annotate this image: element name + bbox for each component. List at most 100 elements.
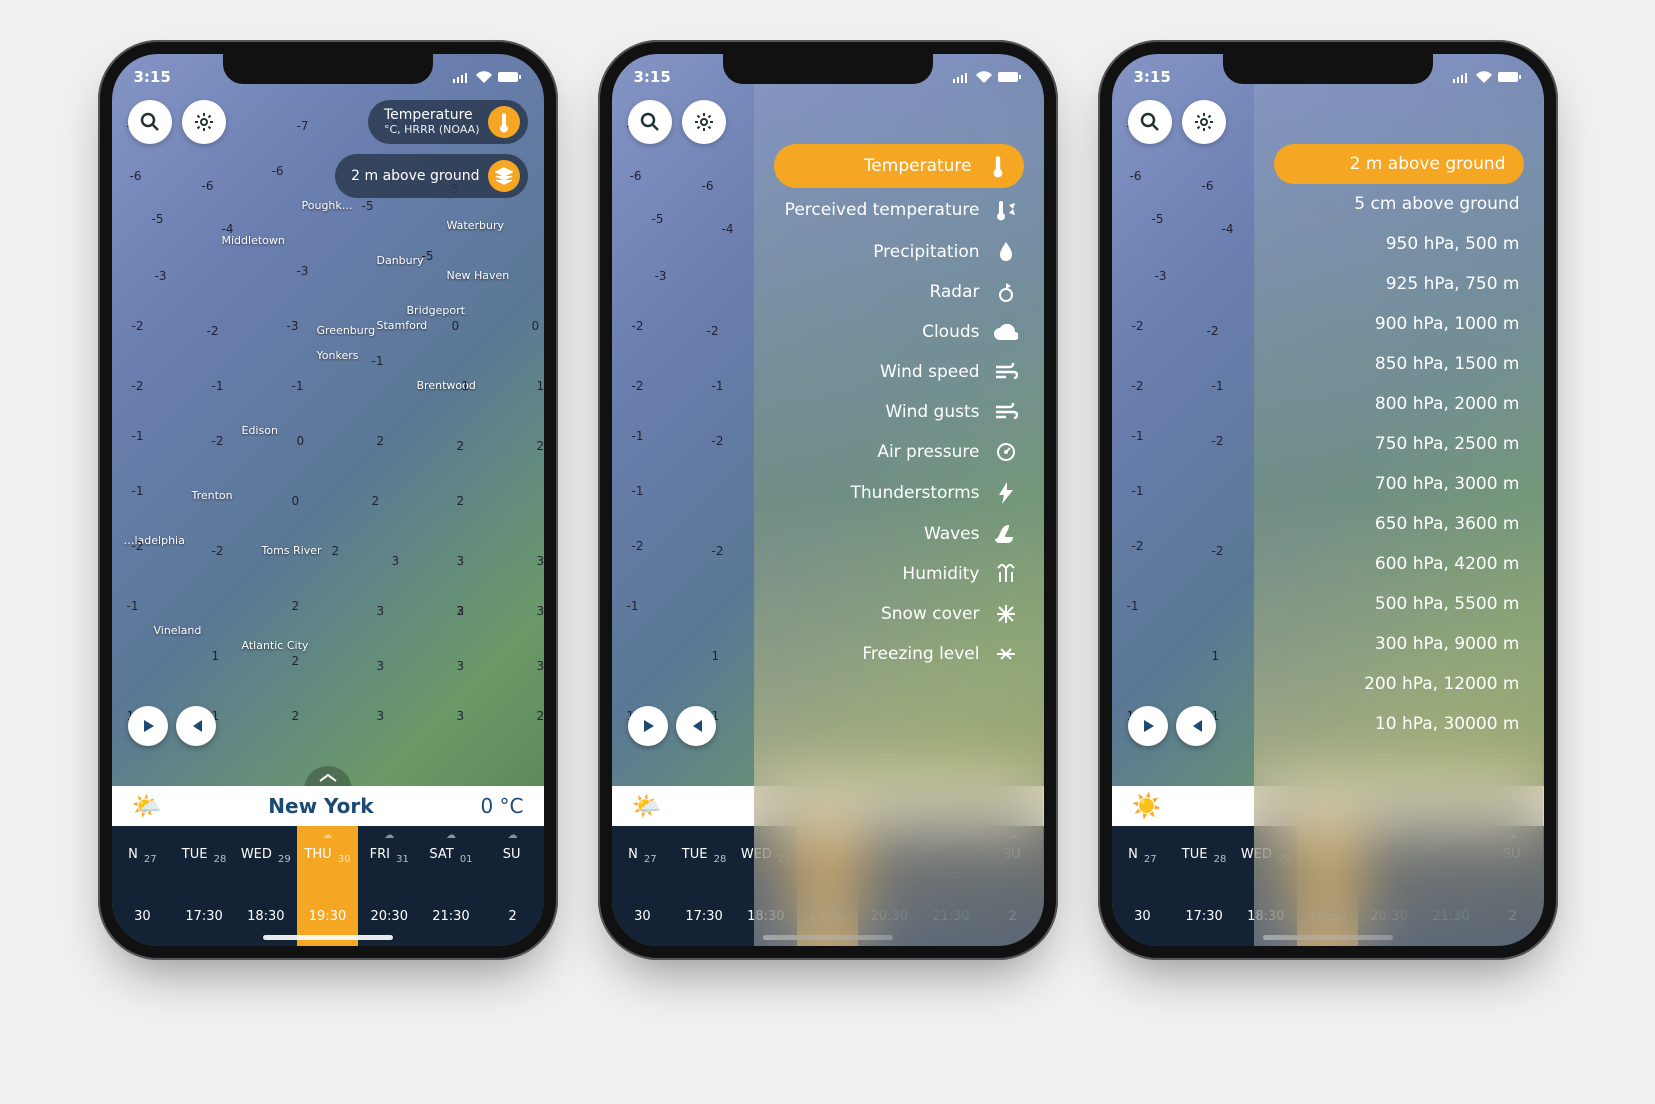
legend-layer-pill[interactable]: Temperature °C, HRRR (NOAA): [368, 100, 528, 144]
day-cell[interactable]: N 27: [112, 826, 174, 886]
status-icons: [452, 71, 522, 83]
settings-button[interactable]: [682, 100, 726, 144]
altitude-option[interactable]: 10 hPa, 30000 m: [1274, 704, 1523, 744]
altitude-option-label: 800 hPa, 2000 m: [1375, 394, 1520, 414]
layer-option[interactable]: Waves: [774, 514, 1023, 554]
layer-option[interactable]: Perceived temperature: [774, 188, 1023, 232]
hour-cell[interactable]: 30: [1112, 886, 1174, 946]
city-label: Middletown: [222, 234, 285, 247]
temp-value: -5: [362, 199, 374, 213]
temp-value: 2: [537, 709, 544, 723]
layer-option[interactable]: Wind gusts: [774, 392, 1023, 432]
search-button[interactable]: [128, 100, 172, 144]
altitude-option[interactable]: 600 hPa, 4200 m: [1274, 544, 1523, 584]
play-button[interactable]: [628, 706, 668, 746]
legend-title: Temperature: [384, 108, 480, 123]
altitude-option[interactable]: 500 hPa, 5500 m: [1274, 584, 1523, 624]
skip-back-icon: [188, 719, 204, 733]
layer-option[interactable]: Temperature: [774, 144, 1023, 188]
day-cell[interactable]: ☁THU 30: [297, 826, 359, 886]
altitude-option[interactable]: 900 hPa, 1000 m: [1274, 304, 1523, 344]
day-cell[interactable]: N 27: [1112, 826, 1174, 886]
city-label: Poughk…: [302, 199, 353, 212]
layer-option[interactable]: Radar: [774, 272, 1023, 312]
layer-option[interactable]: Humidity: [774, 554, 1023, 594]
hour-cell[interactable]: 21:30: [420, 886, 482, 946]
temp-value: -5: [152, 212, 164, 226]
day-cell[interactable]: TUE 28: [173, 826, 235, 886]
altitude-option[interactable]: 850 hPa, 1500 m: [1274, 344, 1523, 384]
legend-altitude-pill[interactable]: 2 m above ground: [335, 154, 527, 198]
layer-option-label: Precipitation: [873, 242, 979, 262]
search-button[interactable]: [1128, 100, 1172, 144]
altitude-option[interactable]: 950 hPa, 500 m: [1274, 224, 1523, 264]
hour-cell[interactable]: 17:30: [673, 886, 735, 946]
city-label: Trenton: [192, 489, 233, 502]
day-cell[interactable]: TUE 28: [673, 826, 735, 886]
hour-cell[interactable]: 30: [112, 886, 174, 946]
layer-option[interactable]: Thunderstorms: [774, 472, 1023, 514]
temp-value: -6: [272, 164, 284, 178]
city-name: New York: [161, 794, 480, 818]
phone-layers: 3:15 -5-4-7-7-6-6-3-2-2-1-2-1-2-1-2-2-11…: [598, 40, 1058, 960]
layer-option[interactable]: Freezing level: [774, 634, 1023, 674]
temp-value: -7: [297, 119, 309, 133]
altitude-option[interactable]: 800 hPa, 2000 m: [1274, 384, 1523, 424]
therm-icon: [984, 154, 1012, 178]
rewind-button[interactable]: [676, 706, 716, 746]
hour-cell[interactable]: 17:30: [1173, 886, 1235, 946]
day-cell[interactable]: ☁SU: [482, 826, 544, 886]
play-button[interactable]: [1128, 706, 1168, 746]
altitude-option[interactable]: 2 m above ground: [1274, 144, 1523, 184]
timeline[interactable]: N 27TUE 28WED 29☁THU 30☁FRI 31☁SAT 01☁SU…: [112, 826, 544, 946]
hour-cell[interactable]: 30: [612, 886, 674, 946]
temp-value: 3: [457, 709, 465, 723]
city-label: Edison: [242, 424, 278, 437]
temp-value: 1: [212, 649, 220, 663]
battery-icon: [498, 71, 522, 83]
day-cell[interactable]: TUE 28: [1173, 826, 1235, 886]
temp-value: -2: [1132, 539, 1144, 553]
altitude-option-label: 650 hPa, 3600 m: [1375, 514, 1520, 534]
day-cell[interactable]: N 27: [612, 826, 674, 886]
hour-cell[interactable]: 17:30: [173, 886, 235, 946]
layer-option[interactable]: Precipitation: [774, 232, 1023, 272]
altitude-panel[interactable]: 2 m above ground 5 cm above ground950 hPa…: [1254, 54, 1543, 946]
altitude-option[interactable]: 200 hPa, 12000 m: [1274, 664, 1523, 704]
search-button[interactable]: [628, 100, 672, 144]
day-cell[interactable]: ☁FRI 31: [358, 826, 420, 886]
altitude-option[interactable]: 750 hPa, 2500 m: [1274, 424, 1523, 464]
temp-value: -1: [1132, 429, 1144, 443]
temp-value: -6: [1130, 169, 1142, 183]
altitude-option[interactable]: 5 cm above ground: [1274, 184, 1523, 224]
temp-value: 0: [532, 319, 540, 333]
altitude-option[interactable]: 925 hPa, 750 m: [1274, 264, 1523, 304]
temp-value: 3: [392, 554, 400, 568]
rewind-button[interactable]: [176, 706, 216, 746]
temp-value: -2: [1132, 379, 1144, 393]
notch: [223, 54, 433, 84]
temp-value: -6: [630, 169, 642, 183]
altitude-option[interactable]: 650 hPa, 3600 m: [1274, 504, 1523, 544]
altitude-option-label: 2 m above ground: [1350, 154, 1506, 174]
city-bar[interactable]: 🌤️ New York 0 °C: [112, 786, 544, 826]
day-cell[interactable]: ☁SAT 01: [420, 826, 482, 886]
temp-value: -1: [292, 379, 304, 393]
hour-cell[interactable]: 2: [482, 886, 544, 946]
play-button[interactable]: [128, 706, 168, 746]
notch: [723, 54, 933, 84]
layer-option[interactable]: Snow cover: [774, 594, 1023, 634]
settings-button[interactable]: [1182, 100, 1226, 144]
layer-panel[interactable]: TemperaturePerceived temperature Precipit…: [754, 54, 1043, 946]
day-cell[interactable]: WED 29: [235, 826, 297, 886]
layer-option[interactable]: Air pressure: [774, 432, 1023, 472]
altitude-option-label: 10 hPa, 30000 m: [1375, 714, 1520, 734]
layer-option[interactable]: Wind speed: [774, 352, 1023, 392]
altitude-option[interactable]: 300 hPa, 9000 m: [1274, 624, 1523, 664]
settings-button[interactable]: [182, 100, 226, 144]
rewind-button[interactable]: [1176, 706, 1216, 746]
gauge-icon: [992, 442, 1020, 462]
temp-value: 3: [377, 659, 385, 673]
layer-option[interactable]: Clouds: [774, 312, 1023, 352]
altitude-option[interactable]: 700 hPa, 3000 m: [1274, 464, 1523, 504]
